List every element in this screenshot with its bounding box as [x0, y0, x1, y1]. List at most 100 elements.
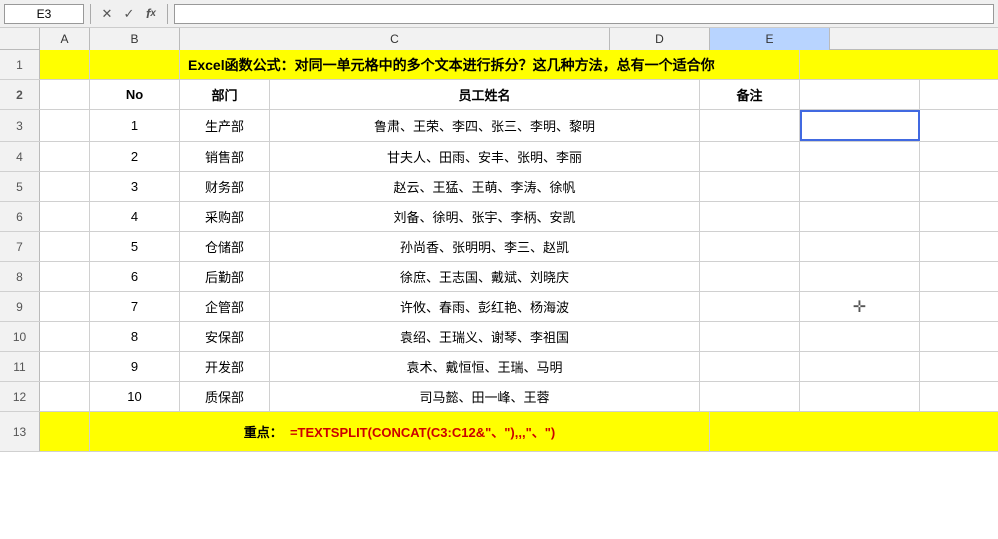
cell-note-3[interactable]: [700, 110, 800, 141]
cell-e5[interactable]: [800, 172, 920, 201]
row-10: 10 8 安保部 袁绍、王瑞义、谢琴、李祖国: [0, 322, 998, 352]
cell-a11[interactable]: [40, 352, 90, 381]
col-header-e[interactable]: E: [710, 28, 830, 50]
cancel-formula-btn[interactable]: ✕: [97, 4, 117, 24]
cell-a10[interactable]: [40, 322, 90, 351]
cell-dept-4[interactable]: 销售部: [180, 142, 270, 171]
cell-dept-8[interactable]: 后勤部: [180, 262, 270, 291]
cell-a1[interactable]: [40, 50, 90, 79]
cell-e3[interactable]: [800, 110, 920, 141]
cell-dept-12[interactable]: 质保部: [180, 382, 270, 411]
cell-emp-7[interactable]: 孙尚香、张明明、李三、赵凯: [270, 232, 700, 261]
cell-a3[interactable]: [40, 110, 90, 141]
cell-emp-3[interactable]: 鲁肃、王荣、李四、张三、李明、黎明: [270, 110, 700, 141]
cell-emp-8[interactable]: 徐庶、王志国、戴斌、刘晓庆: [270, 262, 700, 291]
cell-emp-6[interactable]: 刘备、徐明、张宇、李柄、安凯: [270, 202, 700, 231]
row-num-9: 9: [0, 292, 40, 321]
cell-emp-12[interactable]: 司马懿、田一峰、王蓉: [270, 382, 700, 411]
cell-emp-5[interactable]: 赵云、王猛、王萌、李涛、徐帆: [270, 172, 700, 201]
cell-a9[interactable]: [40, 292, 90, 321]
cell-emp-4[interactable]: 甘夫人、田雨、安丰、张明、李丽: [270, 142, 700, 171]
cell-b2[interactable]: No: [90, 80, 180, 109]
cell-dept-10[interactable]: 安保部: [180, 322, 270, 351]
row-4: 4 2 销售部 甘夫人、田雨、安丰、张明、李丽: [0, 142, 998, 172]
cell-emp-9[interactable]: 许攸、春雨、彭红艳、杨海波: [270, 292, 700, 321]
cell-dept-7[interactable]: 仓储部: [180, 232, 270, 261]
cell-no-7[interactable]: 5: [90, 232, 180, 261]
cell-b1[interactable]: [90, 50, 180, 79]
row-num-5: 5: [0, 172, 40, 201]
cell-note-10[interactable]: [700, 322, 800, 351]
title-text: Excel函数公式：对同一单元格中的多个文本进行拆分？这几种方法，总有一个适合你: [188, 55, 715, 75]
row-5: 5 3 财务部 赵云、王猛、王萌、李涛、徐帆: [0, 172, 998, 202]
cell-note-7[interactable]: [700, 232, 800, 261]
name-box[interactable]: [4, 4, 84, 24]
cell-e12[interactable]: [800, 382, 920, 411]
header-dept: 部门: [211, 85, 237, 104]
cell-dept-9[interactable]: 企管部: [180, 292, 270, 321]
col-header-c[interactable]: C: [180, 28, 610, 50]
cell-formula-13[interactable]: 重点： =TEXTSPLIT(CONCAT(C3:C12&"、"),,,"、"): [90, 412, 710, 451]
cell-no-4[interactable]: 2: [90, 142, 180, 171]
insert-function-btn[interactable]: fx: [141, 4, 161, 24]
confirm-formula-btn[interactable]: ✓: [119, 4, 139, 24]
cell-note-11[interactable]: [700, 352, 800, 381]
cell-dept-5[interactable]: 财务部: [180, 172, 270, 201]
cell-note-5[interactable]: [700, 172, 800, 201]
cell-note-8[interactable]: [700, 262, 800, 291]
row-num-8: 8: [0, 262, 40, 291]
cell-note-4[interactable]: [700, 142, 800, 171]
cell-emp-10[interactable]: 袁绍、王瑞义、谢琴、李祖国: [270, 322, 700, 351]
cell-a13[interactable]: [40, 412, 90, 451]
cell-e4[interactable]: [800, 142, 920, 171]
cursor-cross-icon: ✛: [853, 297, 866, 317]
cell-e11[interactable]: [800, 352, 920, 381]
cell-emp-11[interactable]: 袁术、戴恒恒、王瑞、马明: [270, 352, 700, 381]
cell-dept-header[interactable]: 部门: [180, 80, 270, 109]
cell-a6[interactable]: [40, 202, 90, 231]
cell-a2[interactable]: [40, 80, 90, 109]
spreadsheet: A B C D E 1 Excel函数公式：对同一单元格中的多个文本进行拆分？这…: [0, 28, 998, 539]
cell-title[interactable]: Excel函数公式：对同一单元格中的多个文本进行拆分？这几种方法，总有一个适合你: [180, 50, 800, 79]
cell-note-12[interactable]: [700, 382, 800, 411]
row-8: 8 6 后勤部 徐庶、王志国、戴斌、刘晓庆: [0, 262, 998, 292]
cell-note-6[interactable]: [700, 202, 800, 231]
cell-dept-6[interactable]: 采购部: [180, 202, 270, 231]
row-num-3: 3: [0, 110, 40, 141]
divider: [90, 4, 91, 24]
cell-no-12[interactable]: 10: [90, 382, 180, 411]
cell-a12[interactable]: [40, 382, 90, 411]
col-header-b[interactable]: B: [90, 28, 180, 50]
cell-dept-11[interactable]: 开发部: [180, 352, 270, 381]
cell-e10[interactable]: [800, 322, 920, 351]
cell-no-6[interactable]: 4: [90, 202, 180, 231]
cell-no-3[interactable]: 1: [90, 110, 180, 141]
cell-e9[interactable]: ✛: [800, 292, 920, 321]
cell-note-header[interactable]: 备注: [700, 80, 800, 109]
cell-e2[interactable]: [800, 80, 920, 109]
column-headers: A B C D E: [0, 28, 998, 50]
cell-a4[interactable]: [40, 142, 90, 171]
col-header-a[interactable]: A: [40, 28, 90, 50]
cell-e7[interactable]: [800, 232, 920, 261]
divider2: [167, 4, 168, 24]
cell-e8[interactable]: [800, 262, 920, 291]
row-num-6: 6: [0, 202, 40, 231]
cell-no-8[interactable]: 6: [90, 262, 180, 291]
cell-a5[interactable]: [40, 172, 90, 201]
cell-e6[interactable]: [800, 202, 920, 231]
col-header-d[interactable]: D: [610, 28, 710, 50]
cell-a7[interactable]: [40, 232, 90, 261]
cell-a8[interactable]: [40, 262, 90, 291]
cell-no-11[interactable]: 9: [90, 352, 180, 381]
row-num-13: 13: [0, 412, 40, 451]
formula-input[interactable]: [174, 4, 994, 24]
cell-dept-3[interactable]: 生产部: [180, 110, 270, 141]
cell-no-10[interactable]: 8: [90, 322, 180, 351]
cell-no-5[interactable]: 3: [90, 172, 180, 201]
cell-note-9[interactable]: [700, 292, 800, 321]
header-employees: 员工姓名: [458, 85, 510, 104]
cell-no-9[interactable]: 7: [90, 292, 180, 321]
cell-emp-header[interactable]: 员工姓名: [270, 80, 700, 109]
row-3: 3 1 生产部 鲁肃、王荣、李四、张三、李明、黎明: [0, 110, 998, 142]
